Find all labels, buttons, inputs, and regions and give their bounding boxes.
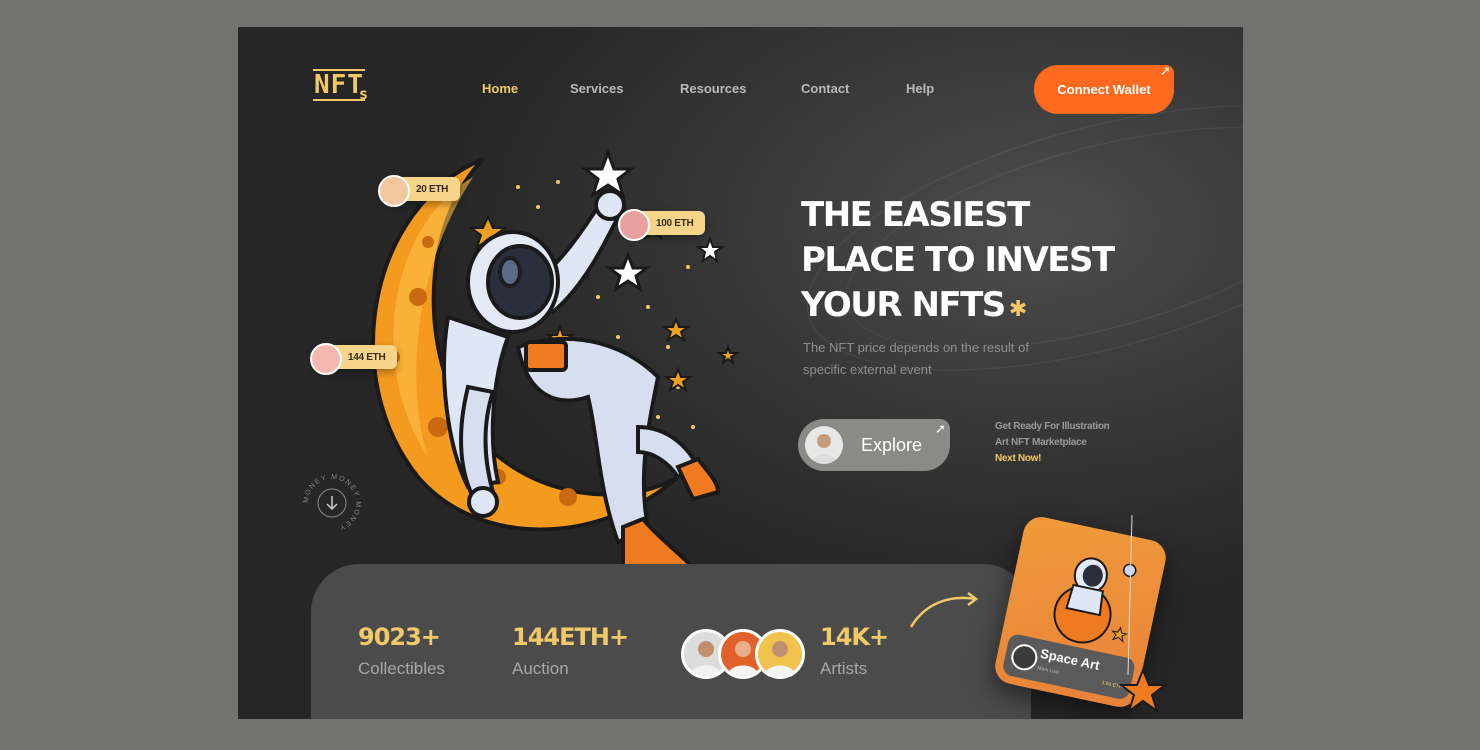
connect-wallet-label: Connect Wallet	[1057, 82, 1151, 97]
arrow-up-right-icon: ➚	[935, 421, 946, 436]
logo-suffix: s	[359, 85, 369, 103]
marketplace-note: Get Ready For Illustration Art NFT Marke…	[995, 419, 1110, 467]
arrow-down-icon	[326, 496, 338, 511]
price-badge[interactable]: 144 ETH	[310, 343, 398, 375]
stat-artists-value: 14K+	[820, 623, 889, 651]
hero-subtitle: The NFT price depends on the result of s…	[803, 340, 1029, 377]
crater	[428, 417, 448, 437]
price-badge[interactable]: 100 ETH	[618, 209, 706, 241]
explore-label: Explore	[861, 434, 923, 455]
sparkle-icon: ✱	[1008, 297, 1027, 322]
avatar	[1008, 641, 1040, 673]
nav-resources[interactable]: Resources	[680, 81, 746, 96]
crater	[409, 288, 427, 306]
card-author: Mark Lost	[1036, 665, 1060, 676]
stat-artists-label: Artists	[820, 659, 868, 678]
nav-services[interactable]: Services	[570, 81, 624, 96]
note-line-2: Art NFT Marketplace	[995, 437, 1087, 448]
price-badge[interactable]: 20 ETH	[378, 175, 461, 207]
astronaut	[442, 189, 721, 590]
avatar	[618, 209, 650, 241]
landing-page: NFT s Home Services Resources Contact He…	[238, 27, 1243, 719]
hero-title-line-3: YOUR NFTS ✱	[801, 285, 1027, 325]
avatar	[805, 426, 843, 464]
curved-arrow-icon	[909, 592, 979, 628]
stat-auction-value: 144ETH+	[512, 623, 629, 651]
arrow-up-right-icon: ➚	[1160, 63, 1171, 78]
nav-contact[interactable]: Contact	[801, 81, 849, 96]
next-now-link[interactable]: Next Now!	[995, 451, 1109, 467]
stat-auction-label: Auction	[512, 659, 569, 678]
connect-wallet-button[interactable]: Connect Wallet	[1034, 65, 1174, 114]
nav-help[interactable]: Help	[906, 81, 934, 96]
price-badge-label: 100 ETH	[656, 217, 694, 229]
stat-collectibles-label: Collectibles	[358, 659, 445, 678]
hero-title: THE EASIEST PLACE TO INVEST YOUR NFTS ✱	[801, 193, 1201, 332]
stat-collectibles-value: 9023+	[358, 623, 441, 651]
price-badge-label: 144 ETH	[348, 351, 386, 363]
nav-home[interactable]: Home	[482, 81, 518, 96]
hero-title-line-2: PLACE TO INVEST	[801, 240, 1115, 280]
hero-title-line-1: THE EASIEST	[801, 195, 1030, 235]
explore-button[interactable]: Explore	[798, 419, 950, 471]
star-icon	[1118, 667, 1168, 714]
logo[interactable]: NFT	[313, 69, 365, 101]
person-icon	[812, 434, 836, 462]
crater	[559, 488, 577, 506]
avatar	[310, 343, 342, 375]
artist-avatar[interactable]	[755, 629, 805, 679]
crater	[422, 236, 434, 248]
avatar	[378, 175, 410, 207]
scroll-down-button[interactable]: MONEY MONEY MONEY	[302, 473, 362, 533]
note-line-1: Get Ready For Illustration	[995, 421, 1110, 432]
price-badge-label: 20 ETH	[416, 183, 449, 195]
person-icon	[764, 641, 796, 676]
